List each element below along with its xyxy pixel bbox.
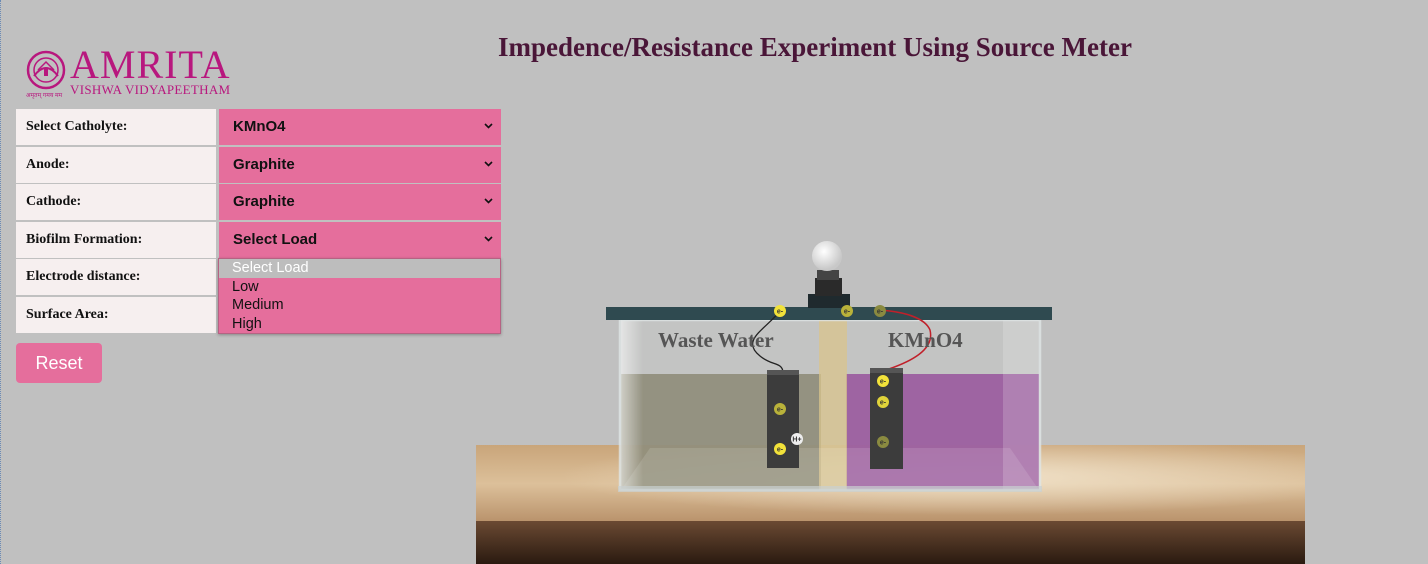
svg-text:e-: e- [880, 440, 887, 447]
svg-text:H+: H+ [792, 437, 801, 444]
electron: e- [774, 305, 786, 317]
wastewater-label: Waste Water [658, 328, 774, 352]
electron: e- [774, 403, 786, 415]
proton: H+ [791, 433, 803, 445]
svg-text:e-: e- [777, 309, 784, 316]
electron: e- [877, 396, 889, 408]
electron: e- [877, 436, 889, 448]
svg-text:e-: e- [777, 407, 784, 414]
tank-lid [606, 307, 1052, 320]
electron: e- [841, 305, 853, 317]
svg-text:e-: e- [877, 309, 884, 316]
electron: e- [874, 305, 886, 317]
electron: e- [877, 375, 889, 387]
catholyte-label-scene: KMnO4 [888, 328, 963, 352]
svg-text:e-: e- [880, 379, 887, 386]
svg-text:e-: e- [844, 309, 851, 316]
svg-text:e-: e- [880, 400, 887, 407]
bulb-icon [808, 241, 850, 308]
experiment-scene: Waste Water KMnO4 e- e- e- e- e- e- e- e… [476, 241, 1305, 564]
svg-text:e-: e- [777, 447, 784, 454]
electron: e- [774, 443, 786, 455]
